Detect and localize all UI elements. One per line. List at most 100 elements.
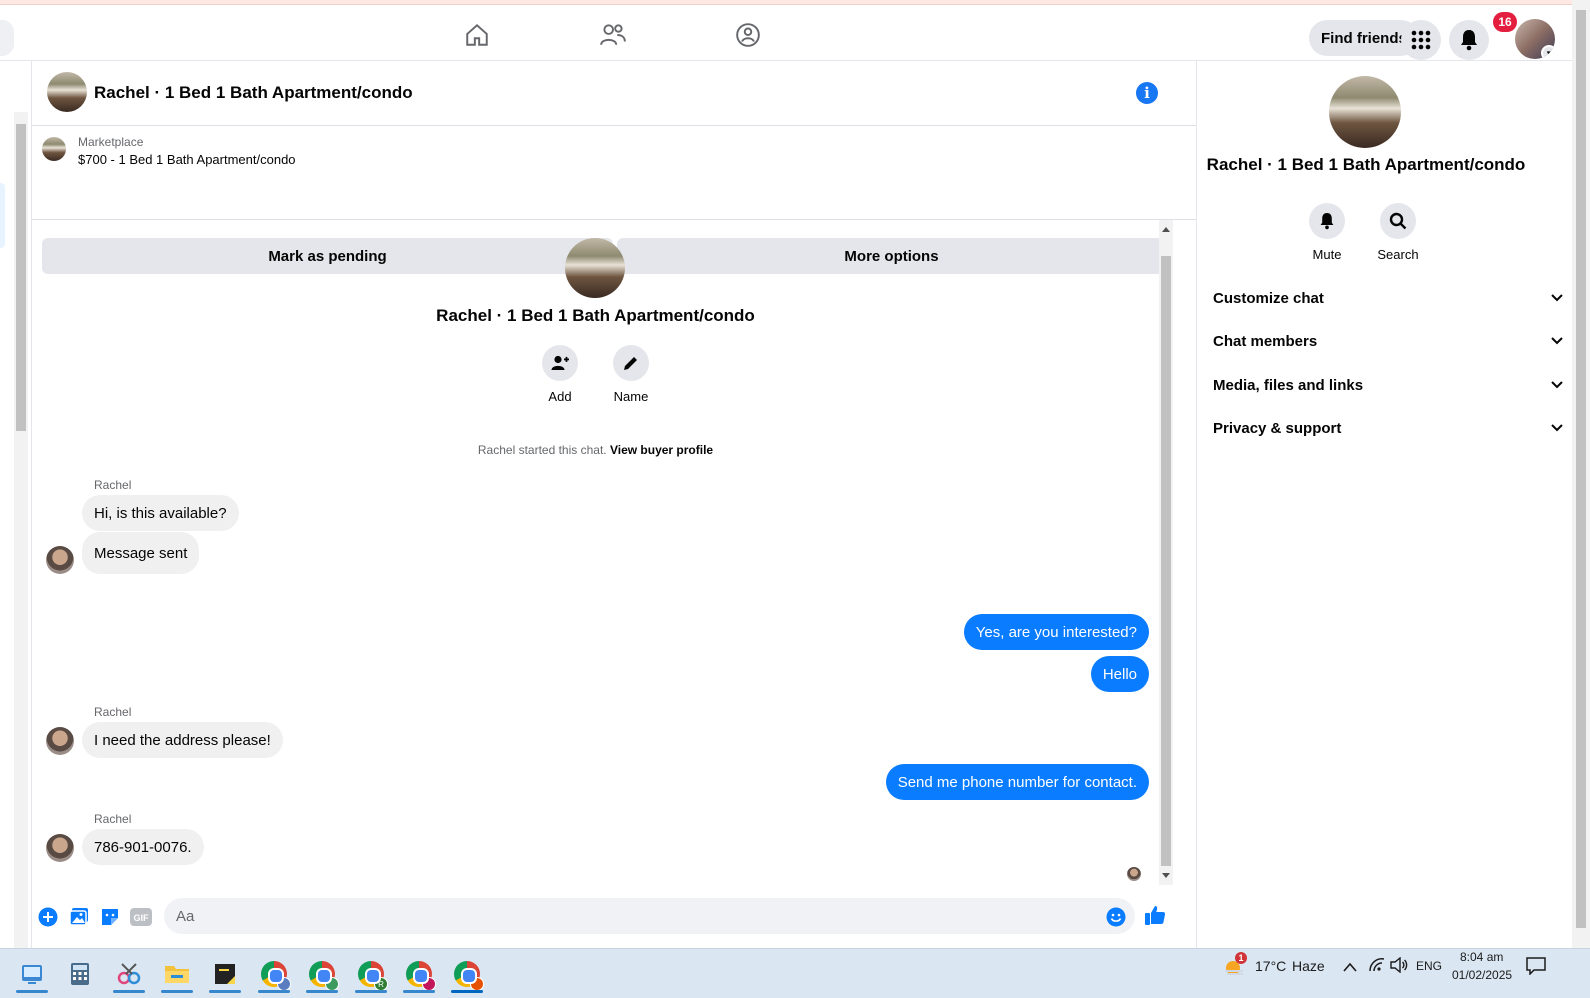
chrome-app-icon[interactable] (445, 955, 489, 993)
message-bubble-in[interactable]: 786-901-0076. (82, 829, 204, 865)
plus-circle-icon[interactable] (37, 906, 59, 928)
thread-scrollbar-thumb[interactable] (1161, 256, 1171, 866)
search-button[interactable]: Search (1368, 203, 1428, 262)
rachel-avatar[interactable] (46, 834, 74, 862)
clock-date[interactable]: 01/02/2025 (1452, 968, 1512, 982)
menu-grid-icon[interactable] (1401, 20, 1441, 60)
privacy-support-section[interactable]: Privacy & support (1213, 410, 1563, 446)
chrome-app-icon[interactable] (397, 955, 441, 993)
account-avatar[interactable]: ▾ (1515, 19, 1555, 59)
search-pill[interactable] (0, 20, 14, 56)
wifi-icon[interactable] (1368, 957, 1386, 978)
photo-icon[interactable] (68, 906, 90, 928)
left-scrollbar[interactable] (14, 112, 28, 948)
name-label: Name (613, 389, 649, 404)
profile-badge-icon (422, 977, 436, 991)
customize-chat-section[interactable]: Customize chat (1213, 280, 1563, 316)
media-files-links-section[interactable]: Media, files and links (1213, 367, 1563, 403)
thread-scrollbar[interactable] (1159, 220, 1173, 885)
control-panel-app-icon[interactable] (10, 955, 54, 993)
calculator-app-icon[interactable] (58, 955, 102, 993)
message-input[interactable]: Aa (164, 898, 1135, 934)
listing-title[interactable]: $700 - 1 Bed 1 Bath Apartment/condo (78, 152, 296, 167)
message-thread: Rachel · 1 Bed 1 Bath Apartment/condo Ad… (32, 220, 1196, 890)
bell-icon[interactable] (1449, 20, 1489, 60)
message-bubble-out[interactable]: Yes, are you interested? (963, 614, 1149, 650)
section-label: Media, files and links (1213, 376, 1364, 394)
scroll-up-icon[interactable] (1162, 226, 1170, 232)
chrome-logo-icon (406, 961, 436, 991)
message-bubble-in[interactable]: Message sent (82, 532, 200, 574)
clock-time[interactable]: 8:04 am (1460, 950, 1503, 964)
chat-column: Rachel · 1 Bed 1 Bath Apartment/condo i … (31, 61, 1197, 948)
search-icon (1380, 203, 1416, 239)
message-composer: GIF Aa (32, 891, 1196, 948)
friends-icon[interactable] (593, 15, 633, 55)
name-chat-button[interactable]: Name (601, 345, 661, 404)
chrome-app-icon[interactable] (252, 955, 296, 993)
message-bubble-out[interactable]: Send me phone number for contact. (885, 764, 1149, 800)
chevron-down-icon (1551, 381, 1563, 389)
section-label: Chat members (1213, 332, 1318, 350)
message-bubble-in[interactable]: I need the address please! (82, 722, 283, 758)
started-text: Rachel started this chat. (477, 443, 607, 457)
add-label: Add (548, 389, 572, 404)
pencil-icon (613, 345, 649, 381)
chrome-logo-icon (261, 961, 291, 991)
search-label: Search (1377, 247, 1419, 262)
scroll-down-icon[interactable] (1162, 873, 1170, 879)
chevron-up-icon[interactable] (1343, 959, 1357, 977)
emoji-icon[interactable] (1105, 906, 1127, 928)
groups-icon[interactable] (728, 15, 768, 55)
listing-thumbnail[interactable] (42, 137, 66, 161)
sticker-icon[interactable] (99, 906, 121, 928)
chrome-logo-icon (454, 961, 484, 991)
message-bubble-in[interactable]: Hi, is this available? (82, 495, 239, 531)
conversation-title[interactable]: Rachel · 1 Bed 1 Bath Apartment/condo (94, 83, 413, 103)
chrome-app-icon[interactable] (300, 955, 344, 993)
profile-badge-icon: R (374, 977, 388, 991)
thread-title: Rachel · 1 Bed 1 Bath Apartment/condo (436, 306, 755, 325)
gif-label: GIF (134, 913, 150, 923)
info-icon[interactable]: i (1136, 82, 1158, 104)
chrome-app-icon[interactable]: R (349, 955, 393, 993)
chrome-logo-icon: R (358, 961, 388, 991)
conversation-avatar[interactable] (47, 72, 87, 112)
volume-icon[interactable] (1390, 956, 1408, 978)
details-avatar[interactable] (1329, 76, 1401, 148)
gif-icon[interactable]: GIF (130, 906, 152, 928)
file-explorer-app-icon[interactable] (155, 955, 199, 993)
home-icon[interactable] (457, 15, 497, 55)
notification-center-icon[interactable] (1526, 957, 1546, 980)
message-bubble-out[interactable]: Hello (1090, 656, 1149, 692)
weather-description[interactable]: Haze (1292, 958, 1325, 974)
message-input-placeholder: Aa (176, 907, 195, 925)
mute-label: Mute (1312, 247, 1342, 262)
chevron-down-icon (1551, 337, 1563, 345)
sticky-notes-app-icon[interactable] (203, 955, 247, 993)
profile-badge-icon (277, 977, 291, 991)
thumbs-up-icon[interactable] (1144, 904, 1166, 926)
language-indicator[interactable]: ENG (1416, 959, 1442, 973)
rachel-avatar[interactable] (46, 546, 74, 574)
weather-icon[interactable]: 1 (1223, 952, 1247, 978)
profile-badge-icon (325, 977, 339, 991)
top-nav-bar: Find friends 16 ▾ (0, 5, 1590, 61)
snipping-tool-app-icon[interactable] (107, 955, 151, 993)
page-scrollbar-thumb[interactable] (1576, 10, 1586, 928)
notification-badge: 16 (1493, 12, 1517, 32)
sender-name: Rachel (94, 812, 132, 826)
bell-icon (1309, 203, 1345, 239)
chat-members-section[interactable]: Chat members (1213, 323, 1563, 359)
mute-button[interactable]: Mute (1297, 203, 1357, 262)
chrome-logo-icon (309, 961, 339, 991)
weather-temperature[interactable]: 17°C (1255, 958, 1286, 974)
add-people-button[interactable]: Add (530, 345, 590, 404)
view-buyer-profile-link[interactable]: View buyer profile (610, 443, 713, 457)
chat-header: Rachel · 1 Bed 1 Bath Apartment/condo i (32, 61, 1196, 126)
chevron-down-icon (1551, 294, 1563, 302)
left-scrollbar-thumb[interactable] (16, 124, 26, 431)
section-label: Privacy & support (1213, 419, 1342, 437)
rachel-avatar[interactable] (46, 727, 74, 755)
page-scrollbar[interactable] (1572, 0, 1590, 948)
